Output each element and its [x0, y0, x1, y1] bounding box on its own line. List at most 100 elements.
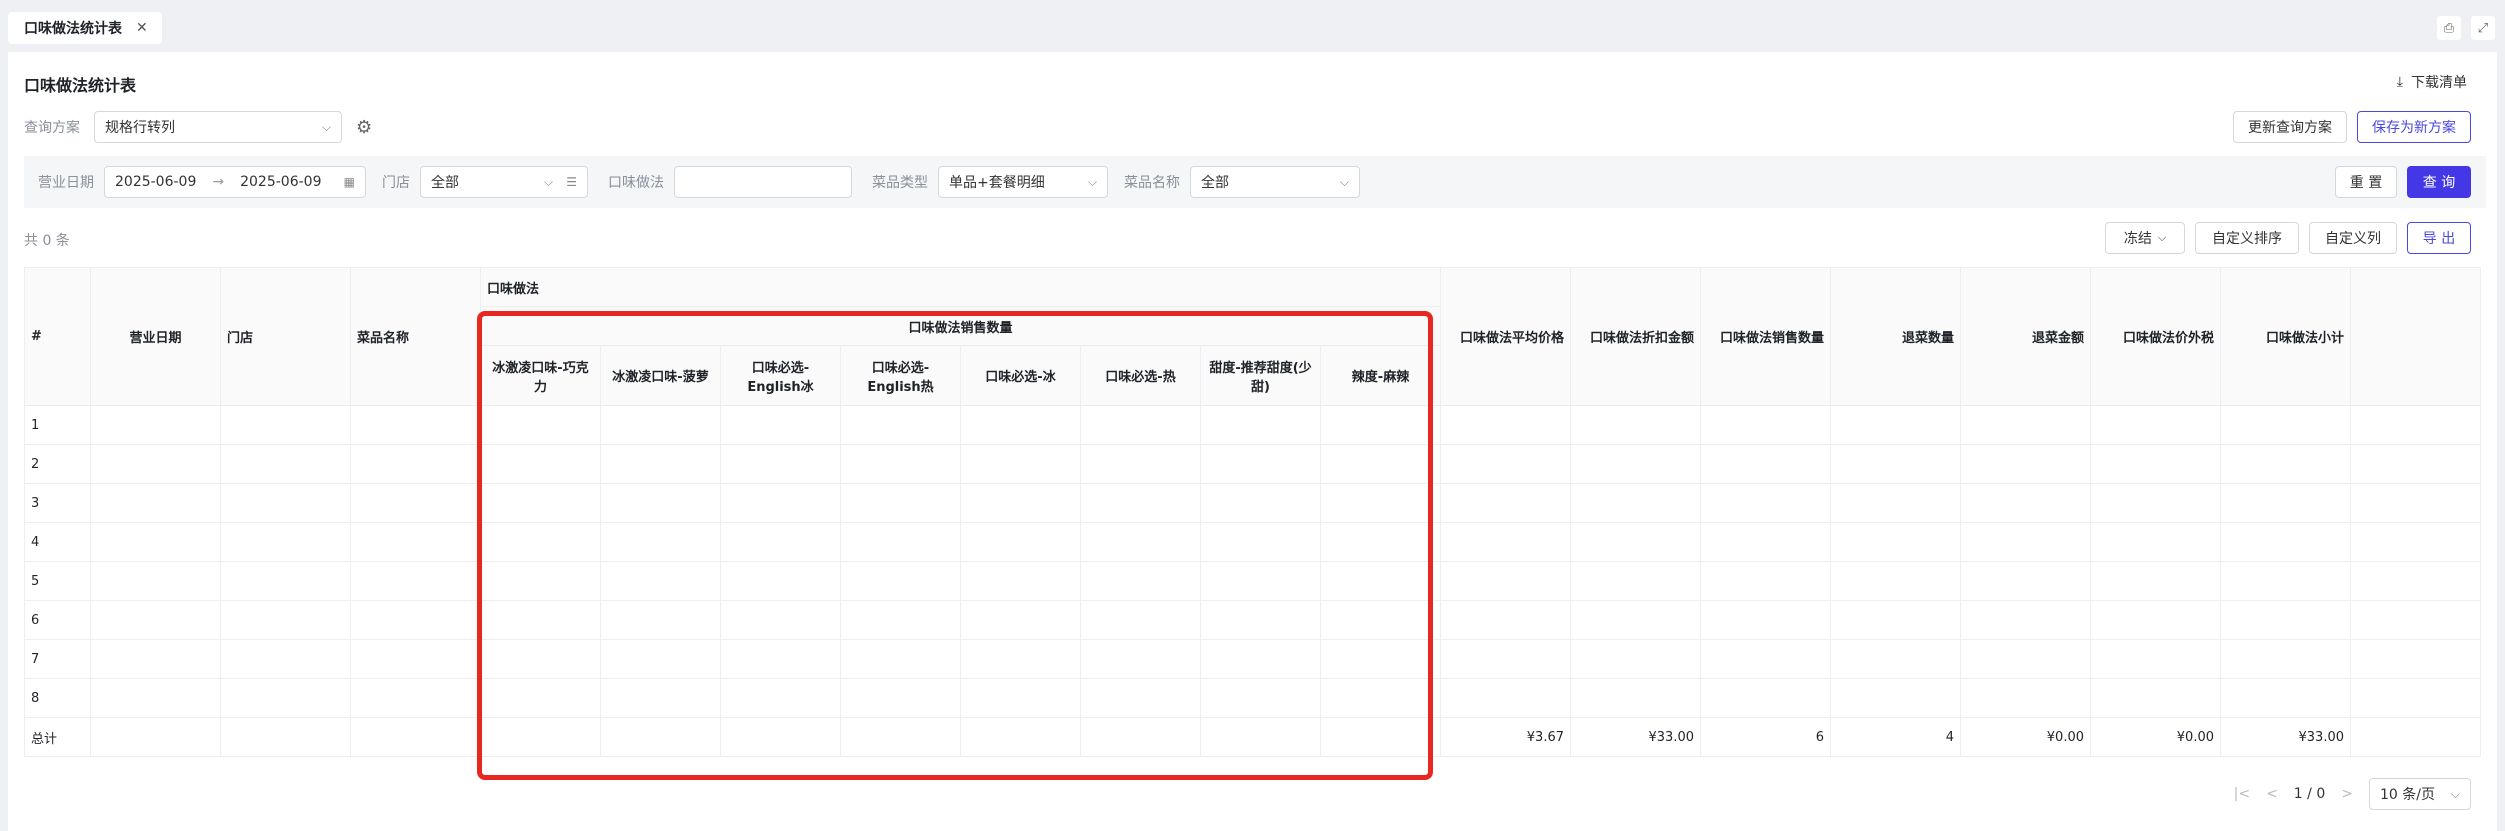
query-scheme-select[interactable]: 规格行转列 ⌵	[94, 111, 342, 143]
table-cell	[1440, 561, 1571, 601]
table-row[interactable]: 3	[24, 483, 2481, 523]
first-page-icon[interactable]: |<	[2234, 786, 2250, 802]
table-cell	[1700, 600, 1831, 640]
total-label: 总计	[24, 717, 91, 757]
table-cell	[1700, 639, 1831, 679]
col-date[interactable]: 营业日期	[90, 267, 221, 406]
table-cell	[2350, 600, 2481, 640]
freeze-button[interactable]: 冻结 ⌵	[2105, 222, 2185, 254]
store-select[interactable]: 全部 ⌵ ☰	[420, 166, 588, 198]
table-cell	[960, 405, 1081, 445]
table-cell	[1960, 639, 2091, 679]
row-index: 4	[24, 522, 91, 562]
custom-sort-button[interactable]: 自定义排序	[2195, 222, 2299, 254]
col-flavor-0[interactable]: 冰激凌口味-巧克力	[480, 345, 601, 406]
page-title: 口味做法统计表	[24, 76, 137, 95]
table-cell	[960, 717, 1081, 757]
flavor-input[interactable]	[674, 166, 852, 198]
fullscreen-icon[interactable]: ⤢	[2471, 16, 2495, 40]
table-cell	[720, 483, 841, 523]
col-refund-qty[interactable]: 退菜数量	[1830, 267, 1961, 406]
col-flavor-4[interactable]: 口味必选-冰	[960, 345, 1081, 406]
table-cell	[1320, 405, 1441, 445]
table-cell	[2090, 561, 2221, 601]
date-label: 营业日期	[38, 175, 94, 191]
col-tax[interactable]: 口味做法价外税	[2090, 267, 2221, 406]
col-flavor-6[interactable]: 甜度-推荐甜度(少甜)	[1200, 345, 1321, 406]
total-refund-amt: ¥0.00	[1960, 717, 2091, 757]
table-cell	[1830, 600, 1961, 640]
table-cell	[1200, 639, 1321, 679]
next-page-icon[interactable]: >	[2341, 786, 2353, 802]
table-cell	[1960, 600, 2091, 640]
freeze-label: 冻结	[2123, 231, 2152, 247]
table-row[interactable]: 5	[24, 561, 2481, 601]
table-cell	[1570, 639, 1701, 679]
table-cell	[90, 483, 221, 523]
table-cell	[1320, 639, 1441, 679]
table-cell	[2090, 600, 2221, 640]
table-cell	[1700, 678, 1831, 718]
table-cell	[350, 522, 481, 562]
print-icon[interactable]: ⎙	[2437, 16, 2461, 40]
record-count: 共 0 条	[24, 233, 70, 249]
table-cell	[1440, 639, 1571, 679]
save-new-scheme-button[interactable]: 保存为新方案	[2357, 111, 2471, 143]
table-cell	[2090, 678, 2221, 718]
col-flavor-7[interactable]: 辣度-麻辣	[1320, 345, 1441, 406]
total-refund-qty: 4	[1830, 717, 1961, 757]
date-range-picker[interactable]: 2025-06-09 → 2025-06-09 ▦	[104, 166, 366, 198]
page-size-select[interactable]: 10 条/页 ⌵	[2369, 778, 2471, 810]
custom-columns-button[interactable]: 自定义列	[2309, 222, 2397, 254]
update-scheme-button[interactable]: 更新查询方案	[2233, 111, 2347, 143]
table-cell	[480, 405, 601, 445]
table-row[interactable]: 7	[24, 639, 2481, 679]
search-button[interactable]: 查 询	[2407, 166, 2471, 198]
table-row[interactable]: 1	[24, 405, 2481, 445]
table-cell	[1570, 444, 1701, 484]
table-cell	[480, 444, 601, 484]
table-row[interactable]: 2	[24, 444, 2481, 484]
table-row[interactable]: 6	[24, 600, 2481, 640]
tab-close-icon[interactable]: ✕	[136, 20, 148, 36]
table-row[interactable]: 4	[24, 522, 2481, 562]
flavor-label: 口味做法	[608, 175, 664, 191]
col-flavor-2[interactable]: 口味必选-English冰	[720, 345, 841, 406]
col-flavor-3[interactable]: 口味必选-English热	[840, 345, 961, 406]
col-store[interactable]: 门店	[220, 267, 351, 406]
table-cell	[720, 444, 841, 484]
date-arrow: →	[212, 174, 225, 190]
table-cell	[1700, 483, 1831, 523]
table-cell	[1080, 600, 1201, 640]
table-cell	[1080, 678, 1201, 718]
table-cell	[2220, 444, 2351, 484]
col-refund-amt[interactable]: 退菜金额	[1960, 267, 2091, 406]
col-sales-qty[interactable]: 口味做法销售数量	[1700, 267, 1831, 406]
col-flavor-1[interactable]: 冰激凌口味-菠萝	[600, 345, 721, 406]
col-index: #	[24, 267, 91, 406]
chevron-down-icon: ⌵	[1339, 174, 1349, 189]
table-cell	[480, 561, 601, 601]
col-flavor-5[interactable]: 口味必选-热	[1080, 345, 1201, 406]
settings-icon[interactable]: ⚙	[356, 117, 372, 138]
col-subtotal[interactable]: 口味做法小计	[2220, 267, 2351, 406]
reset-button[interactable]: 重 置	[2335, 166, 2397, 198]
col-dish[interactable]: 菜品名称	[350, 267, 481, 406]
table-cell	[2350, 561, 2481, 601]
col-discount[interactable]: 口味做法折扣金额	[1570, 267, 1701, 406]
download-list-button[interactable]: ⤓ 下载清单	[2397, 72, 2467, 92]
table-cell	[2220, 405, 2351, 445]
table-cell	[600, 405, 721, 445]
col-avg-price[interactable]: 口味做法平均价格	[1440, 267, 1571, 406]
table-row[interactable]: 8	[24, 678, 2481, 718]
prev-page-icon[interactable]: <	[2266, 786, 2278, 802]
table-cell	[2220, 522, 2351, 562]
table-cell	[220, 600, 351, 640]
export-button[interactable]: 导 出	[2407, 222, 2471, 254]
tab-flavor-report[interactable]: 口味做法统计表 ✕	[8, 12, 162, 44]
table-cell	[1440, 600, 1571, 640]
dish-name-select[interactable]: 全部 ⌵	[1190, 166, 1360, 198]
dish-type-select[interactable]: 单品+套餐明细 ⌵	[938, 166, 1108, 198]
table-cell	[1830, 405, 1961, 445]
filter-list-icon[interactable]: ☰	[566, 175, 577, 189]
